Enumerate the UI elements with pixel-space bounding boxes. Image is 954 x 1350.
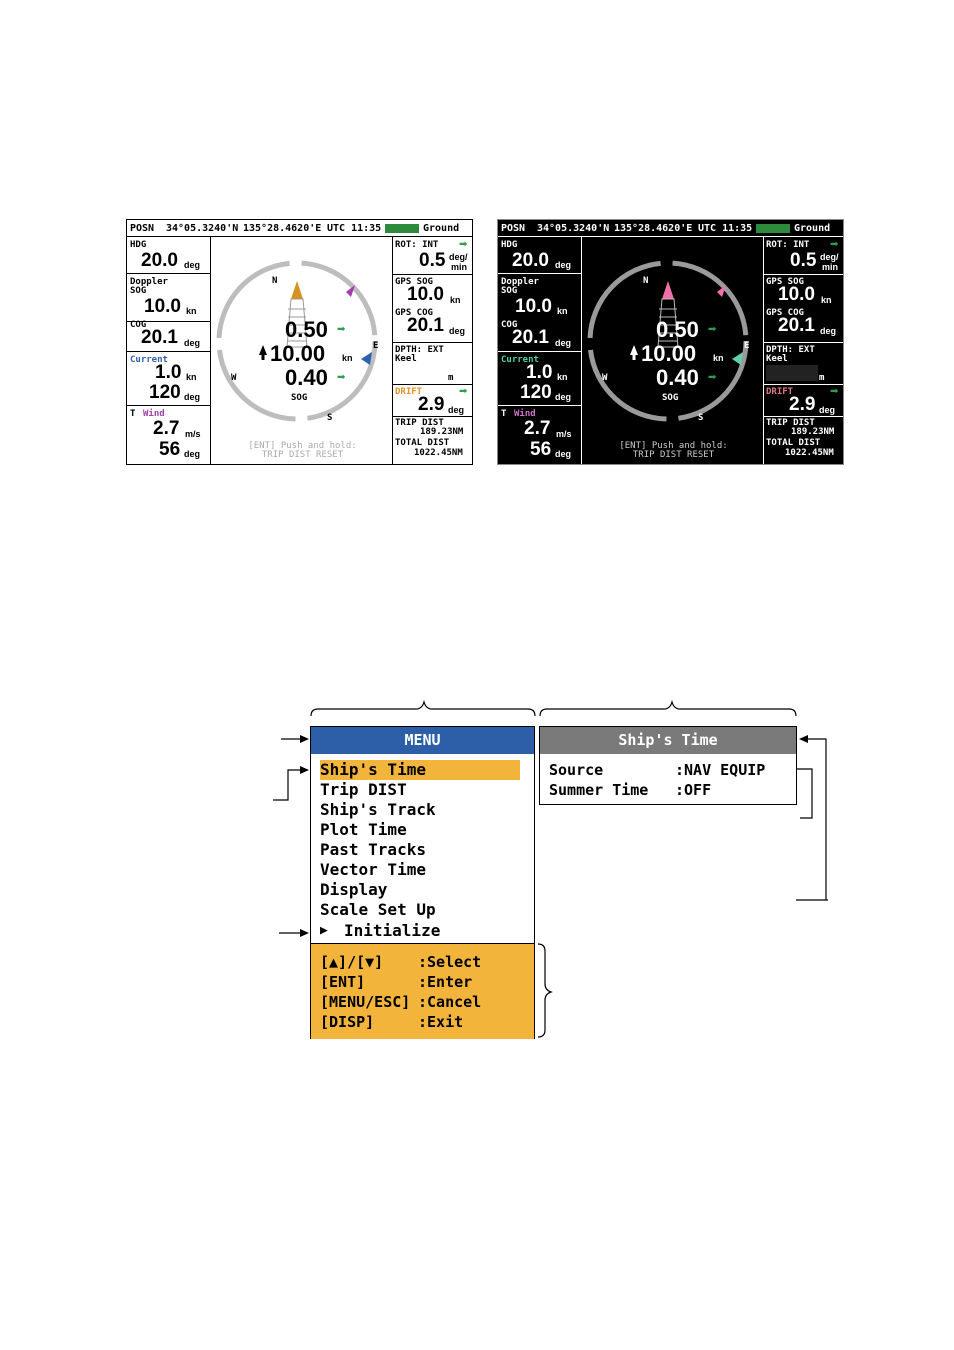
help-action: :Exit	[418, 1013, 464, 1031]
menu-title: MENU	[311, 727, 534, 754]
help-brace	[537, 943, 553, 1038]
menu-item-ships-track[interactable]: Ship's Track	[320, 800, 436, 820]
help-key: [▲]/[▼]	[320, 953, 384, 971]
menu-item-display[interactable]: Display	[320, 880, 387, 900]
source-label: Source	[549, 761, 604, 779]
summer-time-value: :OFF	[675, 781, 712, 799]
help-action: :Select	[418, 953, 482, 971]
main-menu: MENU Ship's Time Trip DIST Ship's Track …	[310, 726, 535, 1039]
menu-item-scale-set-up[interactable]: Scale Set Up	[320, 900, 436, 920]
help-key: [DISP]	[320, 1013, 375, 1031]
help-key: [ENT]	[320, 973, 366, 991]
summer-time-label: Summer Time	[549, 781, 649, 799]
menu-item-initialize[interactable]: Initialize	[344, 921, 440, 941]
help-key: [MENU/ESC]	[320, 993, 411, 1011]
callout-lines	[273, 699, 828, 1038]
play-triangle-icon: ▶	[320, 923, 328, 938]
submenu-title: Ship's Time	[540, 727, 796, 754]
help-action: :Enter	[418, 973, 473, 991]
menu-item-past-tracks[interactable]: Past Tracks	[320, 840, 426, 860]
submenu-brace	[539, 699, 797, 717]
menu-help-panel: [▲]/[▼] :Select [ENT] :Enter [MENU/ESC] …	[311, 943, 534, 1039]
menu-brace	[310, 699, 536, 717]
menu-item-plot-time[interactable]: Plot Time	[320, 820, 407, 840]
help-action: :Cancel	[418, 993, 482, 1011]
menu-item-vector-time[interactable]: Vector Time	[320, 860, 426, 880]
menu-item-trip-dist[interactable]: Trip DIST	[320, 780, 407, 800]
ships-time-submenu: Ship's Time Source :NAV EQUIP Summer Tim…	[539, 726, 797, 805]
source-value: :NAV EQUIP	[675, 761, 766, 779]
menu-item-ships-time[interactable]: Ship's Time	[320, 760, 520, 780]
